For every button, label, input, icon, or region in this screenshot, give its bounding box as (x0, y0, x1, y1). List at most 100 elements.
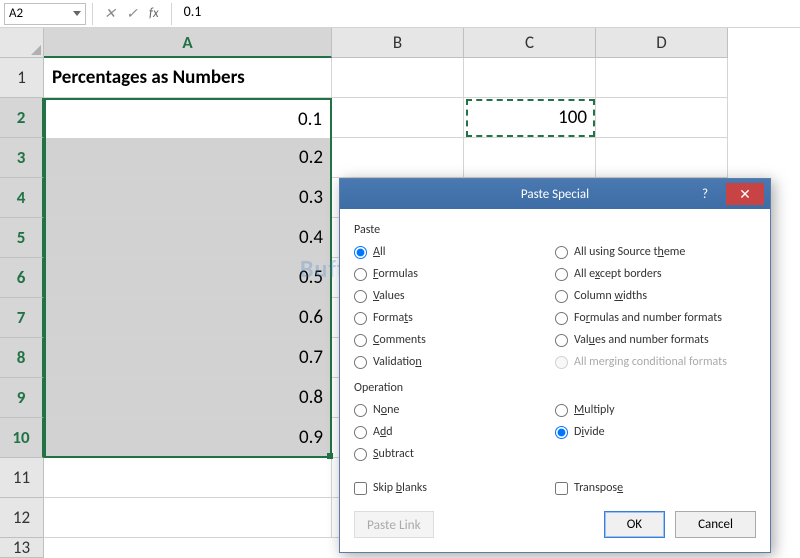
radio-option[interactable]: Formulas and number formats (555, 307, 756, 329)
row-header[interactable]: 13 (0, 538, 44, 558)
radio-option[interactable]: Column widths (555, 285, 756, 307)
separator (92, 3, 93, 25)
cell[interactable] (464, 138, 596, 178)
label: All (373, 245, 385, 259)
radio[interactable] (555, 246, 568, 259)
radio[interactable] (354, 404, 367, 417)
radio[interactable] (555, 426, 568, 439)
row-header[interactable]: 4 (0, 178, 44, 218)
select-all-corner[interactable] (0, 28, 44, 58)
row-header[interactable]: 5 (0, 218, 44, 258)
operation-group-label: Operation (354, 381, 756, 395)
label: Skip blanks (373, 481, 427, 495)
radio-option[interactable]: Multiply (555, 399, 756, 421)
row-header[interactable]: 9 (0, 378, 44, 418)
radio-option[interactable]: Values (354, 285, 555, 307)
radio-option[interactable]: Subtract (354, 443, 555, 465)
transpose-checkbox[interactable]: Transpose (555, 477, 756, 499)
label: Formulas (373, 267, 418, 281)
cell-d1[interactable] (596, 58, 728, 98)
radio-option[interactable]: Formats (354, 307, 555, 329)
label: Multiply (574, 403, 615, 417)
cell-a10[interactable]: 0.9 (44, 418, 332, 458)
radio[interactable] (555, 268, 568, 281)
column-header-b[interactable]: B (332, 28, 464, 58)
row-header[interactable]: 2 (0, 98, 44, 138)
cell-a4[interactable]: 0.3 (44, 178, 332, 218)
radio[interactable] (354, 356, 367, 369)
column-header-d[interactable]: D (596, 28, 728, 58)
dialog-titlebar[interactable]: Paste Special ? ✕ (340, 179, 770, 209)
radio[interactable] (555, 312, 568, 325)
label: Divide (574, 425, 605, 439)
column-header-a[interactable]: A (44, 28, 332, 58)
cell[interactable] (44, 498, 332, 538)
radio[interactable] (354, 246, 367, 259)
row-header[interactable]: 1 (0, 58, 44, 98)
formula-bar-input[interactable]: 0.1 (178, 3, 800, 25)
cancel-formula-icon[interactable]: ✕ (99, 3, 121, 25)
radio-option[interactable]: Formulas (354, 263, 555, 285)
radio-option[interactable]: Divide (555, 421, 756, 443)
radio[interactable] (354, 312, 367, 325)
radio[interactable] (555, 404, 568, 417)
cell[interactable] (332, 138, 464, 178)
row-header[interactable]: 11 (0, 458, 44, 498)
cell[interactable] (596, 138, 728, 178)
skip-blanks-checkbox[interactable]: Skip blanks (354, 477, 555, 499)
label: Validation (373, 355, 422, 369)
radio-option[interactable]: All except borders (555, 263, 756, 285)
row-header[interactable]: 6 (0, 258, 44, 298)
cancel-button[interactable]: Cancel (675, 511, 756, 538)
enter-formula-icon[interactable]: ✓ (121, 3, 143, 25)
radio[interactable] (555, 290, 568, 303)
radio-option[interactable]: Values and number formats (555, 329, 756, 351)
cell-b1[interactable] (332, 58, 464, 98)
cell-a6[interactable]: 0.5 (44, 258, 332, 298)
row-header[interactable]: 8 (0, 338, 44, 378)
radio-option[interactable]: All using Source theme (555, 241, 756, 263)
radio[interactable] (354, 448, 367, 461)
radio-option[interactable]: Add (354, 421, 555, 443)
radio[interactable] (354, 290, 367, 303)
cell-a2[interactable] (44, 98, 332, 138)
row-header[interactable]: 10 (0, 418, 44, 458)
label: Transpose (574, 481, 623, 495)
ok-button[interactable]: OK (604, 511, 665, 538)
cell-a3[interactable]: 0.2 (44, 138, 332, 178)
cell-c1[interactable] (464, 58, 596, 98)
checkbox[interactable] (555, 482, 568, 495)
radio-option[interactable]: None (354, 399, 555, 421)
cell-c2[interactable]: 100 (464, 98, 596, 138)
column-header-c[interactable]: C (464, 28, 596, 58)
row-header[interactable]: 3 (0, 138, 44, 178)
row-header[interactable]: 12 (0, 498, 44, 538)
checkbox[interactable] (354, 482, 367, 495)
cell-a8[interactable]: 0.7 (44, 338, 332, 378)
radio-option[interactable]: All (354, 241, 555, 263)
radio[interactable] (354, 426, 367, 439)
radio-option[interactable]: Comments (354, 329, 555, 351)
radio[interactable] (555, 334, 568, 347)
cell[interactable] (44, 458, 332, 498)
cell-d2[interactable] (596, 98, 728, 138)
row-header[interactable]: 7 (0, 298, 44, 338)
chevron-down-icon[interactable] (73, 11, 81, 16)
cell-b2[interactable] (332, 98, 464, 138)
cell-a9[interactable]: 0.8 (44, 378, 332, 418)
radio-option[interactable]: Validation (354, 351, 555, 373)
name-box[interactable]: A2 (4, 3, 86, 25)
dialog-body: Paste AllFormulasValuesFormatsCommentsVa… (340, 209, 770, 511)
close-icon[interactable]: ✕ (726, 183, 764, 205)
radio[interactable] (354, 334, 367, 347)
cell-a1[interactable]: Percentages as Numbers (44, 58, 332, 98)
dialog-title: Paste Special (521, 187, 589, 202)
fx-icon[interactable]: fx (149, 6, 159, 21)
cell-a7[interactable]: 0.6 (44, 298, 332, 338)
help-icon[interactable]: ? (688, 183, 722, 205)
label: All using Source theme (574, 245, 685, 259)
paste-link-button: Paste Link (354, 511, 434, 538)
radio[interactable] (354, 268, 367, 281)
cell-a5[interactable]: 0.4 (44, 218, 332, 258)
label: Column widths (574, 289, 647, 303)
